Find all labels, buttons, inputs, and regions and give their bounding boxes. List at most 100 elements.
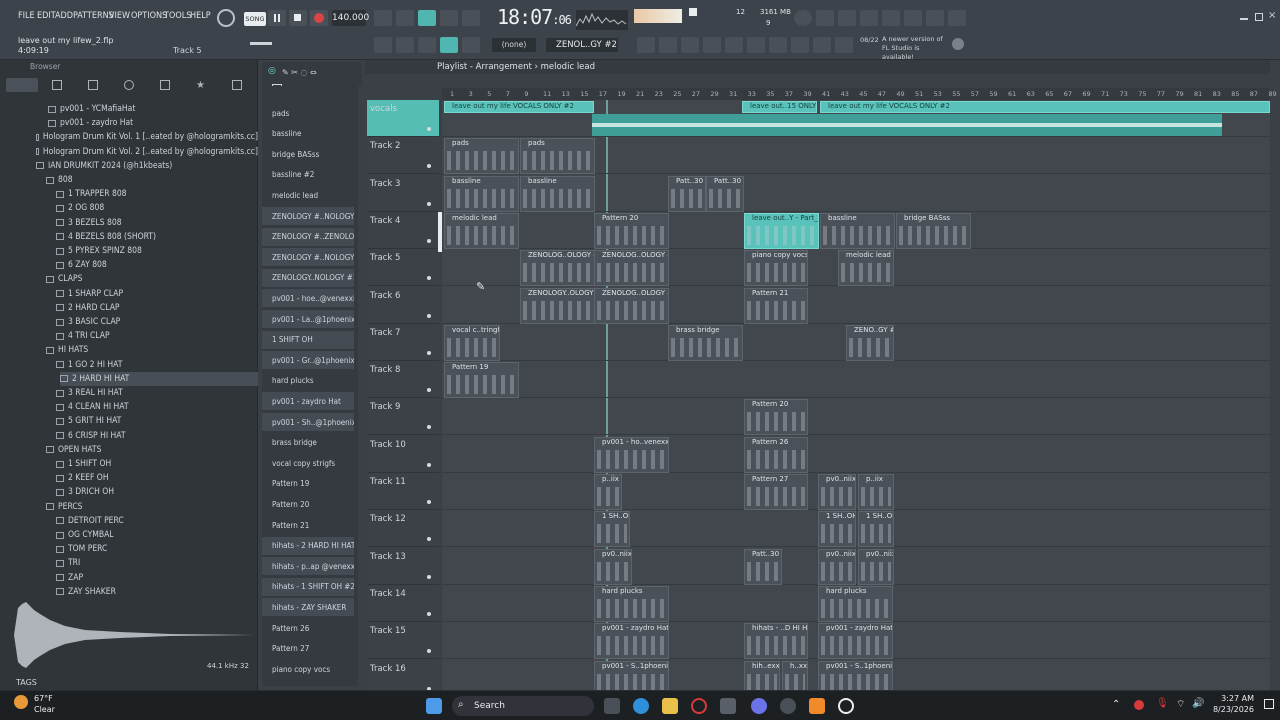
fl-studio-icon[interactable] [809,698,825,714]
track-lane[interactable] [442,548,1270,585]
channel-item[interactable]: pv001 - Gr..@1phoenixx [262,351,354,370]
tray-chevron-icon[interactable]: ⌃ [1112,699,1120,710]
edge-icon[interactable] [633,698,649,714]
obs-icon[interactable] [838,698,854,714]
track-header[interactable]: Track 11 [367,473,439,510]
alarm-icon[interactable]: ◎ [268,66,276,76]
track-mute-dot[interactable] [427,537,431,542]
track-mute-dot[interactable] [427,425,431,430]
browser-item[interactable]: 3 DRICH OH [56,485,258,499]
channel-item[interactable]: bridge BASss [262,145,354,163]
save-icon[interactable] [882,10,900,26]
menu-add[interactable]: ADD [55,11,73,21]
playlist-clip[interactable]: melodic lead [444,212,519,249]
browser-item[interactable]: 1 SHARP CLAP [56,287,258,301]
chat-icon[interactable] [926,10,944,26]
channel-item[interactable]: brass bridge [262,434,354,452]
playlist-clip[interactable]: vocal c..tringfs [444,324,500,361]
metronome-button[interactable] [374,10,392,26]
browser-item[interactable]: HI HATS [46,343,258,357]
playlist-clip[interactable]: pads [520,138,595,175]
tag-icon[interactable] [232,80,242,90]
playlist-clip[interactable]: p..iix [594,474,622,510]
scroll-indicator[interactable] [438,212,442,252]
stop-button[interactable] [289,10,307,26]
arrow-icon[interactable] [396,37,414,53]
news-text[interactable]: A newer version of FL Studio is availabl… [882,35,950,62]
playlist-clip[interactable]: bassline [444,175,519,212]
track-mute-dot[interactable] [427,201,431,206]
browser-item[interactable]: 4 CLEAN HI HAT [56,400,258,414]
track-lane[interactable] [442,436,1270,473]
playlist-clip[interactable]: leave out my life VOCALS ONLY #2 [444,101,594,113]
playlist-clip[interactable]: pads [444,138,519,175]
track-mute-dot[interactable] [427,127,431,131]
pattern-selector[interactable]: ZENOL..GY #2 [546,38,618,52]
template-icon[interactable] [835,37,853,53]
track-header[interactable]: Track 9 [367,398,439,436]
track-header[interactable]: Track 14 [367,585,439,622]
channel-item[interactable]: ZENOLOGY #..ZENOLOGY [262,227,354,246]
browser-item[interactable]: 6 ZAY 808 [56,258,258,272]
track-mute-dot[interactable] [427,350,431,355]
playlist-clip[interactable]: hard plucks [818,585,893,622]
playlist-clip[interactable]: pv0..niix [594,548,632,585]
browser-item[interactable]: 4 BEZELS 808 (SHORT) [56,230,258,244]
browser-item[interactable]: 1 SHIFT OH [56,457,258,471]
channel-item[interactable]: Pattern 20 [262,495,354,513]
project-info-icon[interactable] [813,37,831,53]
online-icon[interactable] [794,10,812,26]
channel-item[interactable]: pv001 - La..@1phoenixx [262,310,354,328]
explorer-icon[interactable] [662,698,678,714]
playlist-clip[interactable]: bassline [820,212,895,249]
browser-item[interactable]: 2 KEEF OH [56,471,258,485]
browser-item[interactable]: OPEN HATS [46,443,258,457]
channel-item[interactable]: ZENOLOGY #..NOLOGY #4 [262,207,354,225]
playlist-clip[interactable]: brass bridge [668,324,743,361]
menu-view[interactable]: VIEW [109,11,130,21]
channel-item[interactable]: Pattern 27 [262,640,354,658]
channel-item[interactable]: pads [262,104,354,122]
news-icon[interactable] [952,38,964,50]
browser-item[interactable]: Hologram Drum Kit Vol. 2 [..eated by @ho… [36,145,258,159]
channel-rack-icon[interactable] [681,37,699,53]
track-header[interactable]: vocals [367,100,439,137]
playlist-clip[interactable]: 1 SH..OH [858,511,894,548]
playlist-clip[interactable]: melodic lead [838,250,894,287]
browser-item[interactable]: 3 BASIC CLAP [56,315,258,329]
menu-options[interactable]: OPTIONS [131,11,167,21]
browser-item[interactable]: DETROIT PERC [56,514,258,528]
browser-item[interactable]: 5 GRIT HI HAT [56,414,258,428]
playlist-clip[interactable]: leave out..15 ONLY #2 [742,101,817,113]
playlist-clip[interactable]: bridge BASss [896,212,971,249]
wait-record-button[interactable] [396,10,414,26]
search-box[interactable]: ⌕ Search [452,696,594,716]
browser-item[interactable]: Hologram Drum Kit Vol. 1 [..eated by @ho… [36,130,258,144]
pause-button[interactable] [268,10,286,26]
playlist-clip[interactable]: 1 SH..OH [594,511,630,548]
browser-item[interactable]: 2 HARD HI HAT [60,371,258,386]
track-header[interactable]: Track 12 [367,510,439,548]
plugin-icon[interactable] [904,10,922,26]
download-icon[interactable] [948,10,966,26]
track-mute-dot[interactable] [427,164,431,169]
menu-tools[interactable]: TOOLS [164,11,191,21]
browser-item[interactable]: 2 HARD CLAP [56,301,258,315]
playlist-clip[interactable]: hihats - ..D HI HAT [744,623,808,660]
volume-icon[interactable]: 🔊 [1192,698,1204,709]
browser-item[interactable]: 3 REAL HI HAT [56,386,258,400]
notification-icon[interactable] [1264,699,1274,709]
track-mute-dot[interactable] [427,388,431,393]
browser-item[interactable]: ZAY SHAKER [56,585,258,599]
channel-item[interactable]: ZENOLOGY #..NOLOGY #2 [262,248,354,267]
track-header[interactable]: Track 8 [367,361,439,399]
cloud-icon[interactable] [160,80,170,90]
playlist-clip[interactable]: pv0..niix [858,548,894,585]
channel-item[interactable]: hihats - 2 HARD HI HAT [262,536,354,555]
maximize-icon[interactable] [1255,13,1263,21]
channel-item[interactable]: Pattern 26 [262,619,354,637]
track-header[interactable]: Track 7 [367,324,439,361]
menu-file[interactable]: FILE [18,11,35,21]
track-header[interactable]: Track 5 [367,249,439,287]
track-header[interactable]: Track 10 [367,436,439,473]
